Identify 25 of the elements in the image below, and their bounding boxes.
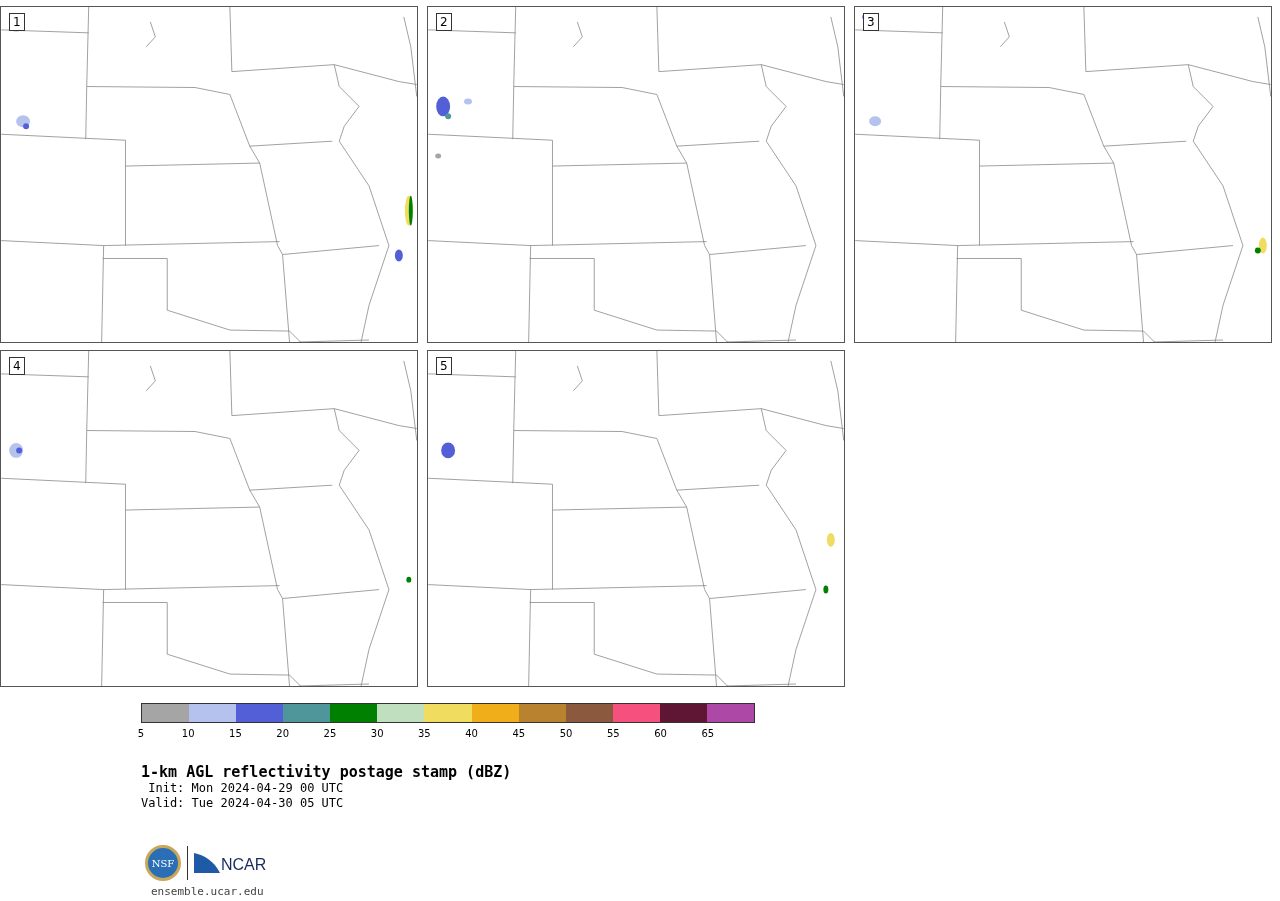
tick-label: 10 — [181, 728, 195, 739]
tick-label: 35 — [418, 728, 431, 739]
seal-logo: NSF — [145, 845, 181, 881]
tick-label: 60 — [654, 728, 667, 739]
swoosh-icon — [194, 853, 220, 873]
panel-number: 5 — [436, 357, 452, 375]
panel-number: 4 — [9, 357, 25, 375]
tick-label: 50 — [559, 728, 573, 739]
tick-label: 20 — [276, 728, 290, 739]
tick-label: 40 — [465, 728, 478, 739]
panel-number: 3 — [863, 13, 879, 31]
panel-number: 1 — [9, 13, 25, 31]
tick-label: 30 — [370, 728, 384, 739]
chart-title: 1-km AGL reflectivity postage stamp (dBZ) — [141, 764, 513, 781]
init-time: Init: Mon 2024-04-29 00 UTC — [147, 781, 345, 796]
website-url: ensemble.ucar.edu — [151, 885, 265, 898]
panel-number: 2 — [436, 13, 452, 31]
tick-label: 25 — [323, 728, 337, 739]
tick-label: 45 — [512, 728, 526, 739]
tick-label: 65 — [701, 728, 715, 739]
tick-label: 5 — [137, 728, 145, 739]
tick-label: 15 — [229, 728, 242, 739]
valid-time: Valid: Tue 2024-04-30 05 UTC — [141, 796, 345, 811]
tick-label: 55 — [606, 728, 620, 739]
logo-text: NCAR — [221, 857, 267, 873]
